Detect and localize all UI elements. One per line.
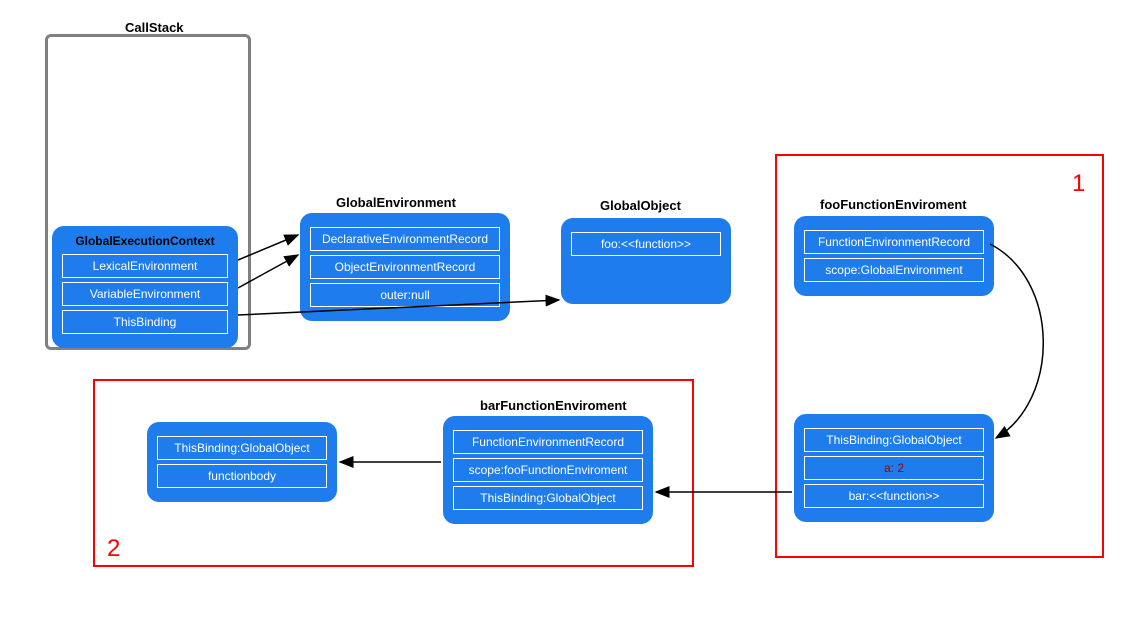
node-bar-body: ThisBinding:GlobalObject functionbody [147, 422, 337, 502]
gec-row-thisbinding: ThisBinding [62, 310, 228, 334]
foo-body-a: a: 2 [804, 456, 984, 480]
node-foo-function-env: FunctionEnvironmentRecord scope:GlobalEn… [794, 216, 994, 296]
global-object-title: GlobalObject [600, 198, 681, 213]
foo-row-fer: FunctionEnvironmentRecord [804, 230, 984, 254]
go-row-foo: foo:<<function>> [571, 232, 721, 256]
node-foo-body: ThisBinding:GlobalObject a: 2 bar:<<func… [794, 414, 994, 522]
bar-row-thisbinding: ThisBinding:GlobalObject [453, 486, 643, 510]
node-global-environment: DeclarativeEnvironmentRecord ObjectEnvir… [300, 213, 510, 321]
foo-env-title: fooFunctionEnviroment [820, 197, 967, 212]
ge-row-outer: outer:null [310, 283, 500, 307]
gec-row-lexical: LexicalEnvironment [62, 254, 228, 278]
foo-body-thisbinding: ThisBinding:GlobalObject [804, 428, 984, 452]
callstack-title: CallStack [125, 20, 184, 35]
node-bar-function-env: FunctionEnvironmentRecord scope:fooFunct… [443, 416, 653, 524]
foo-body-bar: bar:<<function>> [804, 484, 984, 508]
bar-body-thisbinding: ThisBinding:GlobalObject [157, 436, 327, 460]
region-2-number: 2 [107, 535, 120, 563]
gec-row-variable: VariableEnvironment [62, 282, 228, 306]
bar-env-title: barFunctionEnviroment [480, 398, 627, 413]
node-global-execution-context: GlobalExecutionContext LexicalEnvironmen… [52, 226, 238, 348]
gec-title: GlobalExecutionContext [62, 234, 228, 248]
foo-row-scope: scope:GlobalEnvironment [804, 258, 984, 282]
bar-body-functionbody: functionbody [157, 464, 327, 488]
ge-row-declarative: DeclarativeEnvironmentRecord [310, 227, 500, 251]
region-1-number: 1 [1072, 170, 1085, 198]
bar-row-scope: scope:fooFunctionEnviroment [453, 458, 643, 482]
bar-row-fer: FunctionEnvironmentRecord [453, 430, 643, 454]
node-global-object: foo:<<function>> [561, 218, 731, 304]
global-environment-title: GlobalEnvironment [336, 195, 456, 210]
ge-row-object: ObjectEnvironmentRecord [310, 255, 500, 279]
